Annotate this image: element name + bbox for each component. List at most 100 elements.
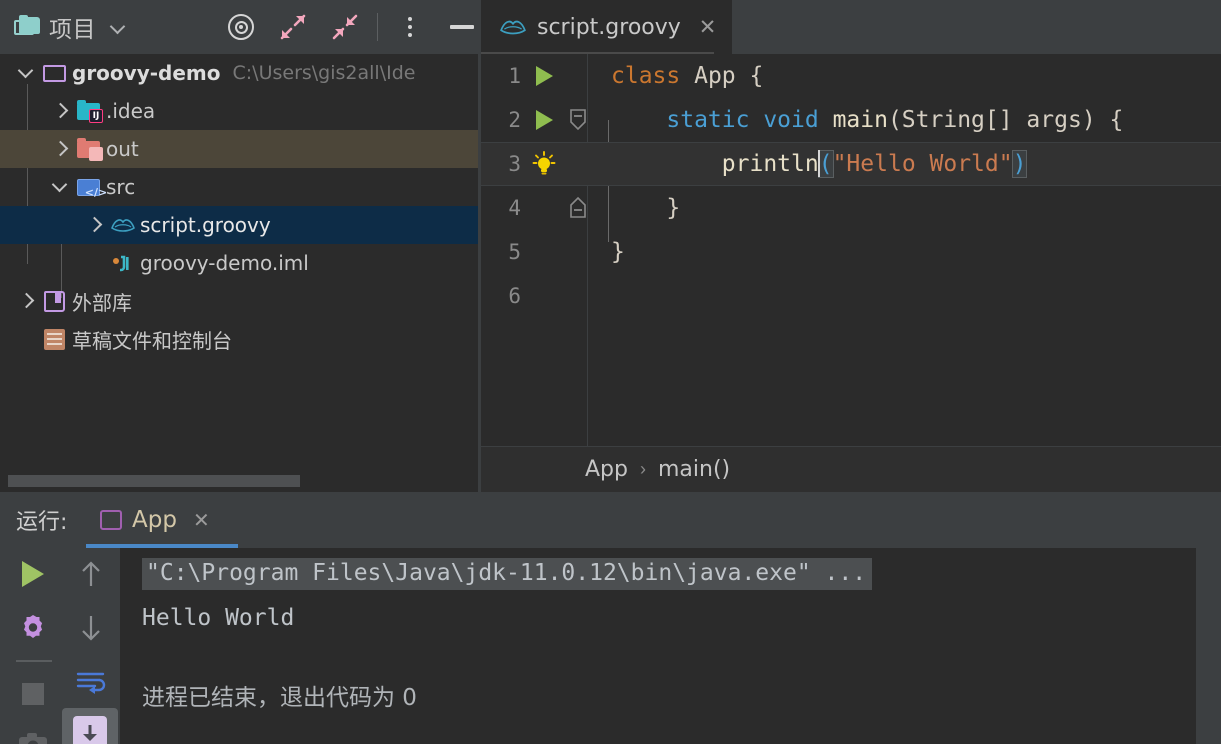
chevron-right-icon[interactable] [82, 212, 108, 238]
console-exit-line: 进程已结束，退出代码为 0 [142, 685, 417, 711]
run-window-title: 运行: [16, 510, 68, 535]
tree-label: groovy-demo [72, 61, 221, 85]
tree-label: 草稿文件和控制台 [72, 328, 232, 353]
editor-tab-label: script.groovy [537, 14, 681, 40]
soft-wrap-icon[interactable] [62, 658, 120, 706]
chevron-down-icon[interactable] [48, 174, 74, 200]
run-config-icon [100, 510, 122, 530]
run-body: "C:\Program Files\Java\jdk-11.0.12\bin\j… [0, 548, 1221, 744]
idea-folder-icon: IJ [76, 98, 103, 124]
more-options-icon[interactable] [384, 0, 436, 54]
toolbar-separator [16, 660, 52, 662]
expand-all-icon[interactable] [267, 0, 319, 54]
line-number: 1 [508, 64, 521, 88]
scroll-up-icon[interactable] [62, 550, 120, 598]
project-tool-window: 项目 groovy-demo C:\Users\gis2all\Ide IJ .… [0, 0, 481, 492]
console-output-line: Hello World [142, 605, 295, 631]
project-tree-hscrollbar[interactable] [0, 470, 481, 492]
intellij-idea-window: 项目 groovy-demo C:\Users\gis2all\Ide IJ .… [0, 0, 1221, 744]
run-header: 运行: App ✕ [0, 492, 1221, 548]
close-icon[interactable]: ✕ [699, 15, 717, 40]
chevron-down-icon[interactable] [110, 19, 126, 35]
intention-bulb-icon[interactable] [529, 151, 559, 177]
source-badge: </> [84, 185, 108, 199]
editor-area: script.groovy ✕ 1 class App { 2 static v… [481, 0, 1221, 492]
close-icon[interactable]: ✕ [193, 508, 210, 533]
groovy-file-icon [499, 17, 527, 37]
tree-row-src[interactable]: </> src [0, 168, 481, 206]
code-line-2[interactable]: 2 static void main(String[] args) { [481, 98, 1221, 142]
run-tool-window: 运行: App ✕ "C:\Program Files\Java\jdk-11.… [0, 492, 1221, 744]
fold-gutter-expand[interactable] [559, 195, 597, 221]
folder-purple-icon [42, 60, 68, 86]
code-line-1[interactable]: 1 class App { [481, 54, 1221, 98]
scrollbar-thumb[interactable] [8, 475, 300, 487]
tree-row-idea[interactable]: IJ .idea [0, 92, 481, 130]
tree-row-scratches[interactable]: 草稿文件和控制台 [0, 320, 481, 358]
project-folder-icon [14, 15, 44, 39]
compiled-badge [89, 147, 103, 161]
console-output[interactable]: "C:\Program Files\Java\jdk-11.0.12\bin\j… [120, 548, 1221, 744]
editor-tabbar: script.groovy ✕ [481, 0, 1221, 54]
breadcrumb-method[interactable]: main() [658, 457, 730, 482]
line-number: 4 [508, 196, 521, 220]
code-line-3[interactable]: 3 println("Hello World") [481, 142, 1221, 186]
chevron-right-icon[interactable] [48, 98, 74, 124]
source-folder-icon: </> [76, 174, 108, 200]
stop-icon[interactable] [4, 670, 62, 718]
chevron-right-icon[interactable] [48, 136, 74, 162]
code-text: println("Hello World") [721, 149, 1028, 178]
settings-gear-icon[interactable] [4, 604, 62, 652]
tree-row-out[interactable]: out [0, 130, 481, 168]
tree-row-iml[interactable]: groovy-demo.iml [0, 244, 481, 282]
project-tree[interactable]: groovy-demo C:\Users\gis2all\Ide IJ .ide… [0, 54, 481, 492]
scroll-to-end-icon[interactable] [62, 708, 118, 744]
tree-path: C:\Users\gis2all\Ide [232, 62, 416, 84]
iml-file-icon [110, 250, 136, 276]
tree-label: .idea [106, 99, 156, 123]
tree-label: 外部库 [72, 290, 132, 315]
out-folder-icon [76, 136, 103, 162]
code-text: class App { [611, 63, 764, 89]
tree-label: groovy-demo.iml [140, 251, 309, 275]
project-panel-title: 项目 [49, 17, 96, 43]
chevron-right-icon[interactable] [14, 288, 40, 314]
code-line-5[interactable]: 5 } [481, 230, 1221, 274]
tree-row-groovy-demo[interactable]: groovy-demo C:\Users\gis2all\Ide [0, 54, 481, 92]
rerun-icon[interactable] [4, 550, 62, 598]
code-line-6[interactable]: 6 [481, 274, 1221, 318]
tree-row-script-groovy[interactable]: script.groovy [0, 206, 481, 244]
text-caret [817, 149, 820, 177]
run-gutter-icon[interactable] [529, 110, 559, 130]
line-number: 6 [508, 284, 521, 308]
code-text: } [611, 195, 681, 221]
run-toolbar [0, 548, 120, 744]
run-right-strip [1196, 548, 1221, 744]
tree-label: src [106, 175, 136, 199]
project-toolbar-actions [215, 0, 488, 54]
scratches-icon [42, 326, 68, 352]
tree-row-external-libraries[interactable]: 外部库 [0, 282, 481, 320]
editor-tab-script-groovy[interactable]: script.groovy ✕ [481, 0, 733, 54]
breadcrumb[interactable]: App › main() [481, 446, 1221, 492]
code-line-4[interactable]: 4 } [481, 186, 1221, 230]
code-editor[interactable]: 1 class App { 2 static void main(String[… [481, 54, 1221, 446]
screenshot-icon[interactable] [4, 720, 62, 744]
chevron-down-icon[interactable] [14, 60, 40, 86]
groovy-file-icon [110, 212, 136, 238]
toolbar-divider [377, 13, 378, 41]
line-number: 2 [508, 108, 521, 132]
fold-gutter-collapse[interactable] [559, 107, 597, 133]
collapse-all-icon[interactable] [319, 0, 371, 54]
scroll-down-icon[interactable] [62, 604, 120, 652]
run-gutter-icon[interactable] [529, 66, 559, 86]
run-tab-app[interactable]: App ✕ [86, 492, 224, 548]
breadcrumb-class[interactable]: App [585, 457, 628, 482]
console-command-line: "C:\Program Files\Java\jdk-11.0.12\bin\j… [142, 558, 873, 590]
line-number: 3 [508, 152, 521, 176]
tree-label: out [106, 137, 139, 161]
line-number: 5 [508, 240, 521, 264]
target-icon[interactable] [215, 0, 267, 54]
